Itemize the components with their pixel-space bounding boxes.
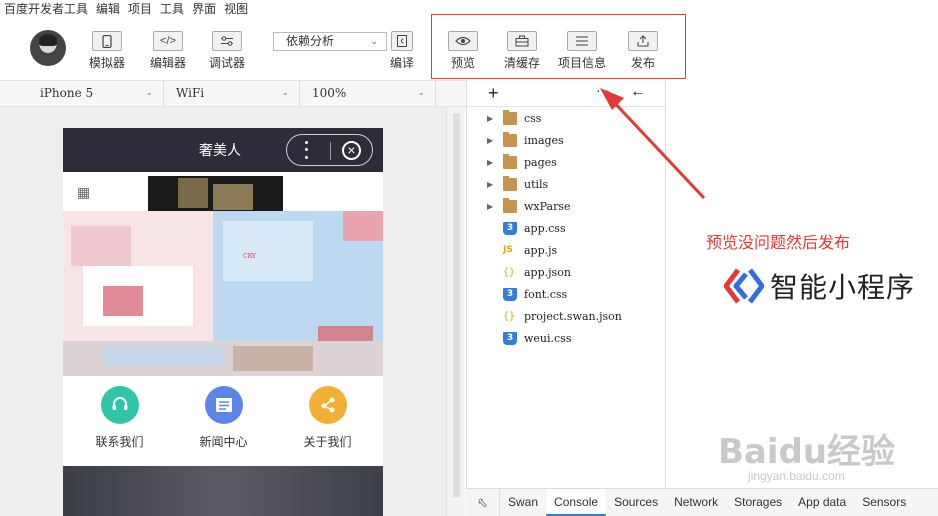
zoom-select[interactable]: 100% ⌄ bbox=[300, 81, 436, 106]
device-bar: iPhone 5 ⌄ WiFi ⌄ 100% ⌄ bbox=[0, 80, 466, 107]
news-center-label: 新闻中心 bbox=[199, 435, 248, 449]
more-icon[interactable]: ··· bbox=[596, 82, 610, 98]
grid-icon[interactable]: ▦ bbox=[77, 184, 90, 201]
news-icon bbox=[204, 386, 243, 424]
more-icon[interactable] bbox=[305, 139, 309, 161]
annotation-text: 预览没问题然后发布 bbox=[706, 235, 851, 252]
zoom-value: 100% bbox=[312, 86, 347, 100]
watermark: Baidu经验 jingyan.baidu.com bbox=[718, 432, 896, 483]
add-icon[interactable]: + bbox=[488, 83, 499, 104]
tab-swan[interactable]: Swan bbox=[500, 489, 546, 516]
folder-icon bbox=[503, 176, 517, 191]
menu-item-interface[interactable]: 界面 bbox=[188, 0, 220, 18]
brand-logo: 智能小程序 bbox=[723, 266, 916, 306]
news-center-link[interactable]: 新闻中心 bbox=[170, 386, 277, 450]
file-tree-item[interactable]: ▶ pages bbox=[467, 152, 665, 174]
file-tree-item[interactable]: ▶ images bbox=[467, 130, 665, 152]
chevron-down-icon: ⌄ bbox=[281, 88, 289, 98]
file-tree-item[interactable]: ▶ css bbox=[467, 108, 665, 130]
tab-app-data[interactable]: App data bbox=[790, 489, 854, 516]
file-tree-item[interactable]: ▶ utils bbox=[467, 174, 665, 196]
avatar[interactable] bbox=[30, 30, 66, 66]
json-file-icon: {} bbox=[503, 267, 516, 278]
dependency-select[interactable]: 依赖分析 ⌄ bbox=[273, 32, 387, 51]
menu-item-tools[interactable]: 工具 bbox=[156, 0, 188, 18]
file-tree-item[interactable]: {} project.swan.json bbox=[467, 306, 665, 328]
contact-us-link[interactable]: 联系我们 bbox=[66, 386, 173, 450]
folder-icon bbox=[503, 110, 517, 125]
tab-sources[interactable]: Sources bbox=[606, 489, 666, 516]
about-us-link[interactable]: 关于我们 bbox=[274, 386, 381, 450]
about-us-label: 关于我们 bbox=[303, 435, 352, 449]
tab-sensors[interactable]: Sensors bbox=[854, 489, 914, 516]
file-tree-pane: + ··· ← ▶ css ▶ images ▶ pages ▶ utils ▶ wxPa… bbox=[466, 80, 666, 516]
editor-button[interactable]: </> 编辑器 bbox=[150, 31, 186, 71]
device-value: iPhone 5 bbox=[40, 86, 94, 100]
file-tree: ▶ css ▶ images ▶ pages ▶ utils ▶ wxParse 3 app… bbox=[467, 108, 665, 350]
file-tree-item[interactable]: ▶ wxParse bbox=[467, 196, 665, 218]
simulator-scrollbar[interactable] bbox=[446, 107, 465, 516]
file-tree-item[interactable]: 3 font.css bbox=[467, 284, 665, 306]
share-icon bbox=[308, 386, 347, 424]
sliders-icon bbox=[212, 31, 242, 51]
file-tree-header: + ··· ← bbox=[467, 80, 665, 107]
folder-icon bbox=[503, 198, 517, 213]
arrow-left-icon[interactable]: ← bbox=[630, 83, 646, 101]
debugger-button[interactable]: 调试器 bbox=[209, 31, 245, 71]
devtools-tabbar: ⬁ Swan Console Sources Network Storages … bbox=[466, 488, 938, 516]
file-tree-item[interactable]: JS app.js bbox=[467, 240, 665, 262]
phone-title: 奢美人 bbox=[199, 142, 241, 158]
banner-image[interactable]: CRY bbox=[63, 176, 383, 381]
phone-screen: 奢美人 × CRY ▦ 联系我们 新闻中心 关于我们 bbox=[63, 128, 383, 516]
code-icon: </> bbox=[153, 31, 183, 51]
debugger-label: 调试器 bbox=[209, 56, 246, 70]
file-tree-item[interactable]: {} app.json bbox=[467, 262, 665, 284]
tab-console[interactable]: Console bbox=[546, 489, 607, 516]
compile-button[interactable]: 编译 bbox=[390, 31, 414, 71]
phone-icon bbox=[92, 31, 122, 51]
css-file-icon: 3 bbox=[503, 288, 517, 301]
menu-item-app[interactable]: 百度开发者工具 bbox=[0, 0, 92, 18]
simulator-label: 模拟器 bbox=[89, 56, 126, 70]
folder-icon bbox=[503, 154, 517, 169]
tab-storages[interactable]: Storages bbox=[726, 489, 790, 516]
inspect-icon[interactable]: ⬁ bbox=[466, 489, 500, 516]
menu-item-project[interactable]: 项目 bbox=[124, 0, 156, 18]
menu-item-view[interactable]: 视图 bbox=[220, 0, 252, 18]
headset-icon bbox=[100, 386, 139, 424]
menu-item-edit[interactable]: 编辑 bbox=[92, 0, 124, 18]
network-value: WiFi bbox=[176, 86, 205, 100]
dependency-select-value: 依赖分析 bbox=[286, 34, 335, 48]
network-select[interactable]: WiFi ⌄ bbox=[164, 81, 300, 106]
banner-text: CRY bbox=[243, 253, 256, 260]
bottom-banner-image[interactable] bbox=[63, 466, 383, 516]
js-file-icon: JS bbox=[503, 245, 513, 255]
chevron-down-icon: ⌄ bbox=[145, 88, 153, 98]
file-tree-item[interactable]: 3 app.css bbox=[467, 218, 665, 240]
brand-name: 智能小程序 bbox=[770, 272, 916, 303]
json-file-icon: {} bbox=[503, 311, 516, 322]
capsule-menu[interactable]: × bbox=[286, 134, 373, 166]
tab-network[interactable]: Network bbox=[666, 489, 726, 516]
compile-label: 编译 bbox=[390, 56, 415, 70]
css-file-icon: 3 bbox=[503, 332, 517, 345]
close-icon[interactable]: × bbox=[342, 141, 361, 160]
editor-label: 编辑器 bbox=[150, 56, 187, 70]
phone-navbar: 奢美人 × bbox=[63, 128, 383, 172]
simulator-button[interactable]: 模拟器 bbox=[89, 31, 125, 71]
smart-program-logo-icon bbox=[723, 268, 765, 304]
chevron-down-icon: ⌄ bbox=[370, 36, 378, 46]
highlight-box bbox=[431, 14, 686, 79]
folder-icon bbox=[503, 132, 517, 147]
css-file-icon: 3 bbox=[503, 222, 517, 235]
file-tree-item[interactable]: 3 weui.css bbox=[467, 328, 665, 350]
contact-us-label: 联系我们 bbox=[95, 435, 144, 449]
compile-icon bbox=[391, 31, 413, 51]
device-select[interactable]: iPhone 5 ⌄ bbox=[28, 81, 164, 106]
chevron-down-icon: ⌄ bbox=[417, 88, 425, 98]
